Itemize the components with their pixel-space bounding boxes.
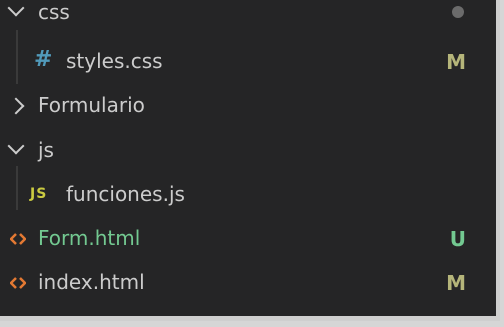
file-tree: css # styles.css M Formulario js JS func… (0, 0, 496, 316)
html-icon (10, 233, 26, 245)
tree-item-styles-css[interactable]: # styles.css M (0, 40, 496, 84)
js-icon: JS (30, 186, 48, 202)
tree-item-funciones-js[interactable]: JS funciones.js (0, 173, 496, 217)
chevron-right-icon (7, 97, 25, 115)
hash-icon: # (34, 47, 53, 72)
file-label: Form.html (38, 226, 141, 250)
folder-label: Formulario (38, 93, 145, 117)
explorer-panel: css # styles.css M Formulario js JS func… (0, 0, 500, 321)
modified-dot-indicator (452, 6, 464, 18)
tree-item-index-html[interactable]: index.html M (0, 261, 496, 305)
tree-item-js-folder[interactable]: js (0, 129, 496, 173)
chevron-down-icon (7, 0, 25, 17)
status-badge: U (449, 227, 466, 251)
folder-label: js (38, 138, 54, 162)
status-badge: M (446, 271, 466, 295)
tree-item-formulario-folder[interactable]: Formulario (0, 84, 496, 128)
file-label: index.html (38, 270, 145, 294)
status-badge: M (446, 50, 466, 74)
chevron-down-icon (7, 137, 25, 155)
tree-item-css-folder[interactable]: css (0, 0, 496, 30)
file-label: styles.css (66, 49, 163, 73)
folder-label: css (38, 0, 70, 24)
tree-item-form-html[interactable]: Form.html U (0, 217, 496, 261)
html-icon (10, 277, 26, 289)
file-label: funciones.js (66, 182, 185, 206)
